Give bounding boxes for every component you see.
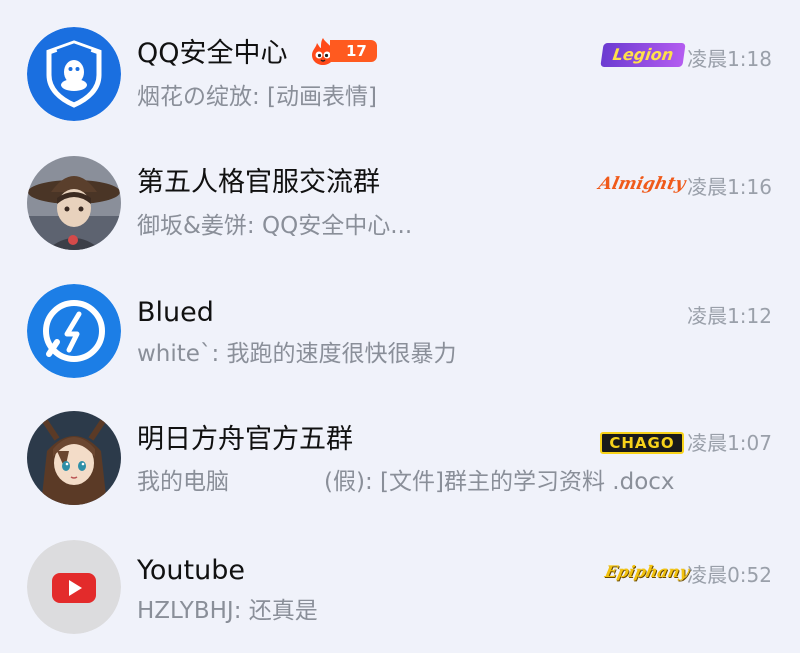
shield-penguin-icon [27, 27, 121, 121]
anime-character-portrait [27, 411, 121, 505]
badge-almighty: Almighty [596, 173, 688, 194]
avatar[interactable] [27, 27, 121, 121]
chat-title: Blued [137, 297, 214, 328]
avatar[interactable] [27, 284, 121, 378]
chat-preview: 我的电脑 (假): [文件]群主的学习资料 .docx [137, 469, 675, 495]
chat-title: Youtube [137, 555, 245, 586]
avatar[interactable] [27, 156, 121, 250]
chat-preview: 烟花の绽放: [动画表情] [137, 84, 378, 110]
badge-chago: CHAGO [600, 432, 684, 454]
badge-legion: Legion [600, 43, 686, 67]
badge-epiphany: Epiphany [603, 562, 691, 581]
chat-time: 凌晨1:18 [687, 47, 772, 71]
chat-title: QQ安全中心 [137, 38, 288, 69]
avatar[interactable] [27, 540, 121, 634]
chat-time: 凌晨1:16 [687, 175, 772, 199]
avatar[interactable] [27, 411, 121, 505]
chat-list: QQ安全中心 17 Legion 凌晨1:18 烟花の绽放: [动画表情] 第五… [0, 0, 800, 653]
chat-preview: HZLYBHJ: 还真是 [137, 598, 318, 624]
blued-logo-icon [27, 284, 121, 378]
chat-title: 第五人格官服交流群 [137, 167, 380, 198]
character-portrait [27, 156, 121, 250]
chat-preview: white`: 我跑的速度很快很暴力 [137, 341, 457, 367]
chat-item[interactable]: 第五人格官服交流群 Almighty 凌晨1:16 御坂&姜饼: QQ安全中心.… [0, 128, 800, 256]
chat-preview: 御坂&姜饼: QQ安全中心... [137, 213, 413, 239]
chat-time: 凌晨1:12 [687, 304, 772, 328]
chat-item[interactable]: QQ安全中心 17 Legion 凌晨1:18 烟花の绽放: [动画表情] [0, 0, 800, 128]
chat-item[interactable]: Blued 凌晨1:12 white`: 我跑的速度很快很暴力 [0, 256, 800, 384]
youtube-play-icon [27, 540, 121, 634]
chat-item[interactable]: 明日方舟官方五群 CHAGO 凌晨1:07 我的电脑 (假): [文件]群主的学… [0, 384, 800, 512]
chat-title: 明日方舟官方五群 [137, 424, 353, 455]
chat-item[interactable]: Youtube Epiphany 凌晨0:52 HZLYBHJ: 还真是 [0, 512, 800, 640]
hot-streak-badge: 17 [306, 38, 377, 65]
hot-count: 17 [330, 40, 377, 62]
chat-time: 凌晨0:52 [687, 563, 772, 587]
chat-time: 凌晨1:07 [687, 431, 772, 455]
